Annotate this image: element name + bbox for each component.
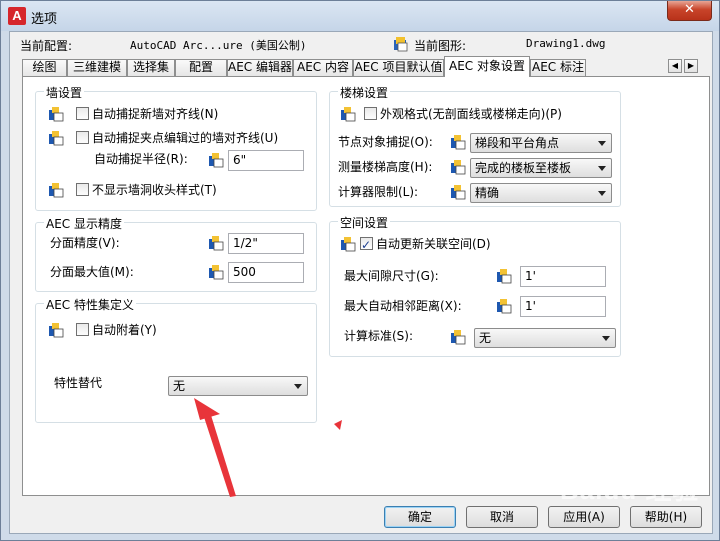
measure-height-dropdown[interactable]: 完成的楼板至楼板	[470, 158, 612, 178]
current-profile-value: AutoCAD Arc...ure (美国公制)	[130, 39, 307, 52]
drawing-setting-icon	[49, 323, 64, 338]
max-adjacent-label: 最大自动相邻距离(X):	[344, 299, 462, 313]
property-set-title: AEC 特性集定义	[44, 296, 136, 313]
display-precision-title: AEC 显示精度	[44, 215, 124, 232]
auto-snap-radius-label: 自动捕捉半径(R):	[94, 152, 188, 166]
tab-aec-editor[interactable]: AEC 编辑器	[227, 59, 293, 76]
property-set-group: AEC 特性集定义 自动附着(Y) 特性替代 无	[35, 296, 317, 423]
calculation-standard-label: 计算标准(S):	[344, 329, 414, 343]
display-precision-group: AEC 显示精度 分面精度(V): 1/2" 分面最大值(M): 500	[35, 215, 317, 292]
property-override-label: 特性替代	[54, 376, 103, 390]
drawing-setting-icon	[209, 236, 224, 251]
tab-profiles[interactable]: 配置	[175, 59, 227, 76]
facet-max-label: 分面最大值(M):	[50, 265, 134, 279]
drawing-setting-icon	[209, 153, 224, 168]
drawing-setting-icon	[497, 269, 512, 284]
facet-max-input[interactable]: 500	[228, 262, 304, 283]
current-drawing-value: Drawing1.dwg	[526, 37, 606, 50]
node-snap-dropdown[interactable]: 梯段和平台角点	[470, 133, 612, 153]
drawing-file-icon	[394, 37, 408, 52]
checkbox-box[interactable]	[364, 107, 377, 120]
chevron-down-icon	[602, 336, 610, 341]
current-drawing-label: 当前图形:	[414, 39, 467, 53]
tab-aec-object-settings[interactable]: AEC 对象设置	[444, 56, 530, 77]
space-settings-group: 空间设置 自动更新关联空间(D) 最大间隙尺寸(G): 1' 最大自动相邻距离(…	[329, 214, 621, 357]
drawing-setting-icon	[451, 135, 466, 150]
checkbox-box[interactable]	[76, 323, 89, 336]
chevron-down-icon	[598, 166, 606, 171]
wall-settings-group: 墙设置 自动捕捉新墙对齐线(N) 自动捕捉夹点编辑过的墙对齐线(U) 自动捕捉半…	[35, 84, 317, 211]
baidu-watermark: Baidu 经验	[560, 475, 700, 505]
dialog-client-area: 当前配置: AutoCAD Arc...ure (美国公制) 当前图形: Dra…	[9, 31, 713, 534]
checkbox-box[interactable]	[76, 183, 89, 196]
tab-selection[interactable]: 选择集	[127, 59, 175, 76]
checkbox-box[interactable]	[76, 131, 89, 144]
calculation-standard-dropdown[interactable]: 无	[474, 328, 616, 348]
chevron-down-icon	[598, 191, 606, 196]
drawing-setting-icon	[451, 185, 466, 200]
autocad-app-icon: A	[8, 7, 26, 25]
facet-precision-input[interactable]: 1/2"	[228, 233, 304, 254]
ok-button[interactable]: 确定	[384, 506, 456, 528]
stair-presentation-checkbox[interactable]: 外观格式(无剖面线或楼梯走向)(P)	[364, 104, 562, 124]
auto-snap-new-wall-checkbox[interactable]: 自动捕捉新墙对齐线(N)	[76, 104, 218, 124]
stair-settings-title: 楼梯设置	[338, 84, 391, 101]
tab-3d-modeling[interactable]: 三维建模	[67, 59, 127, 76]
title-bar[interactable]: A 选项	[1, 1, 719, 31]
apply-button[interactable]: 应用(A)	[548, 506, 620, 528]
aec-object-settings-panel: 墙设置 自动捕捉新墙对齐线(N) 自动捕捉夹点编辑过的墙对齐线(U) 自动捕捉半…	[22, 76, 710, 496]
current-profile-label: 当前配置:	[20, 39, 73, 53]
drawing-setting-icon	[341, 107, 356, 122]
drawing-setting-icon	[451, 160, 466, 175]
calculator-limits-label: 计算器限制(L):	[338, 185, 419, 199]
stair-settings-group: 楼梯设置 外观格式(无剖面线或楼梯走向)(P) 节点对象捕捉(O): 梯段和平台…	[329, 84, 621, 207]
node-snap-label: 节点对象捕捉(O):	[338, 135, 433, 149]
auto-snap-grip-edited-wall-checkbox[interactable]: 自动捕捉夹点编辑过的墙对齐线(U)	[76, 128, 278, 148]
help-button[interactable]: 帮助(H)	[630, 506, 702, 528]
tab-strip: 绘图 三维建模 选择集 配置 AEC 编辑器 AEC 内容 AEC 项目默认值 …	[22, 56, 682, 77]
measure-height-label: 测量楼梯高度(H):	[338, 160, 433, 174]
tab-aec-project-defaults[interactable]: AEC 项目默认值	[353, 59, 444, 76]
facet-precision-label: 分面精度(V):	[50, 236, 120, 250]
tab-scroll-left-button[interactable]: ◀	[668, 59, 682, 73]
max-gap-input[interactable]: 1'	[520, 266, 606, 287]
tab-aec-dimension[interactable]: AEC 标注	[530, 59, 586, 76]
max-gap-label: 最大间隙尺寸(G):	[344, 269, 439, 283]
tab-aec-content[interactable]: AEC 内容	[293, 59, 353, 76]
drawing-setting-icon	[209, 265, 224, 280]
space-settings-title: 空间设置	[338, 214, 391, 231]
wall-settings-title: 墙设置	[44, 84, 85, 101]
options-dialog: A 选项 ✕ 当前配置: AutoCAD Arc...ure (美国公制) 当前…	[0, 0, 720, 541]
drawing-setting-icon	[49, 131, 64, 146]
drawing-setting-icon	[49, 183, 64, 198]
drawing-setting-icon	[497, 299, 512, 314]
checkbox-box[interactable]	[360, 235, 373, 255]
drawing-setting-icon	[451, 330, 466, 345]
auto-attach-checkbox[interactable]: 自动附着(Y)	[76, 320, 157, 340]
max-adjacent-input[interactable]: 1'	[520, 296, 606, 317]
hide-wall-cleanup-checkbox[interactable]: 不显示墙洞收头样式(T)	[76, 180, 217, 200]
auto-update-space-checkbox[interactable]: 自动更新关联空间(D)	[360, 234, 491, 255]
drawing-setting-icon	[341, 237, 356, 252]
auto-snap-radius-input[interactable]: 6"	[228, 150, 304, 171]
window-title: 选项	[31, 12, 58, 27]
property-override-dropdown[interactable]: 无	[168, 376, 308, 396]
cancel-button[interactable]: 取消	[466, 506, 538, 528]
chevron-down-icon	[294, 384, 302, 389]
chevron-down-icon	[598, 141, 606, 146]
calculator-limits-dropdown[interactable]: 精确	[470, 183, 612, 203]
checkbox-box[interactable]	[76, 107, 89, 120]
close-button[interactable]: ✕	[667, 1, 712, 21]
tab-drafting[interactable]: 绘图	[22, 59, 67, 76]
drawing-setting-icon	[49, 107, 64, 122]
tab-scroll-right-button[interactable]: ▶	[684, 59, 698, 73]
